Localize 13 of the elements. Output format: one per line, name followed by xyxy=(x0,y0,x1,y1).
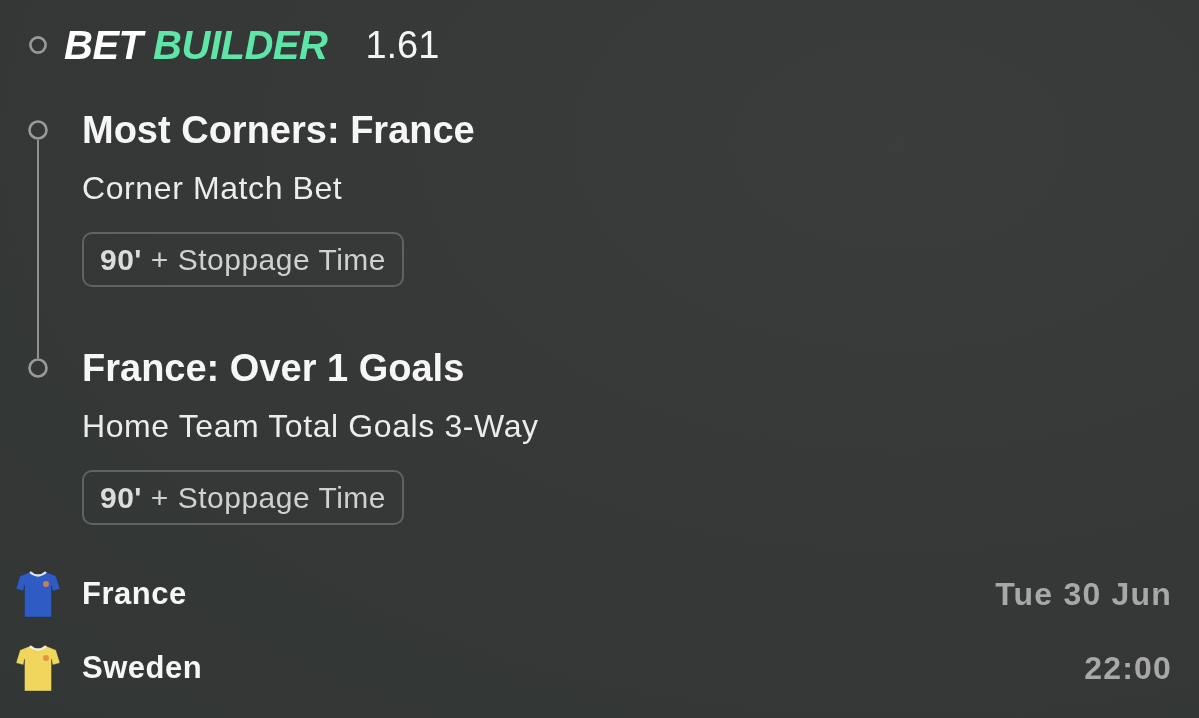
selection-title: Most Corners: France xyxy=(82,110,475,150)
ring-icon xyxy=(29,36,47,54)
match-time: 22:00 xyxy=(1084,649,1172,687)
brand-title: BET BUILDER xyxy=(64,22,328,69)
odds-value: 1.61 xyxy=(365,23,440,68)
match-date: Tue 30 Jun xyxy=(995,575,1172,613)
market-name: Home Team Total Goals 3-Way xyxy=(82,408,539,444)
period-badge: 90' + Stoppage Time xyxy=(82,470,404,525)
period-badge: 90' + Stoppage Time xyxy=(82,232,404,287)
team-name: France xyxy=(82,576,187,612)
market-name: Corner Match Bet xyxy=(82,170,343,206)
selection-title: France: Over 1 Goals xyxy=(82,348,465,388)
team-name: Sweden xyxy=(82,650,203,686)
